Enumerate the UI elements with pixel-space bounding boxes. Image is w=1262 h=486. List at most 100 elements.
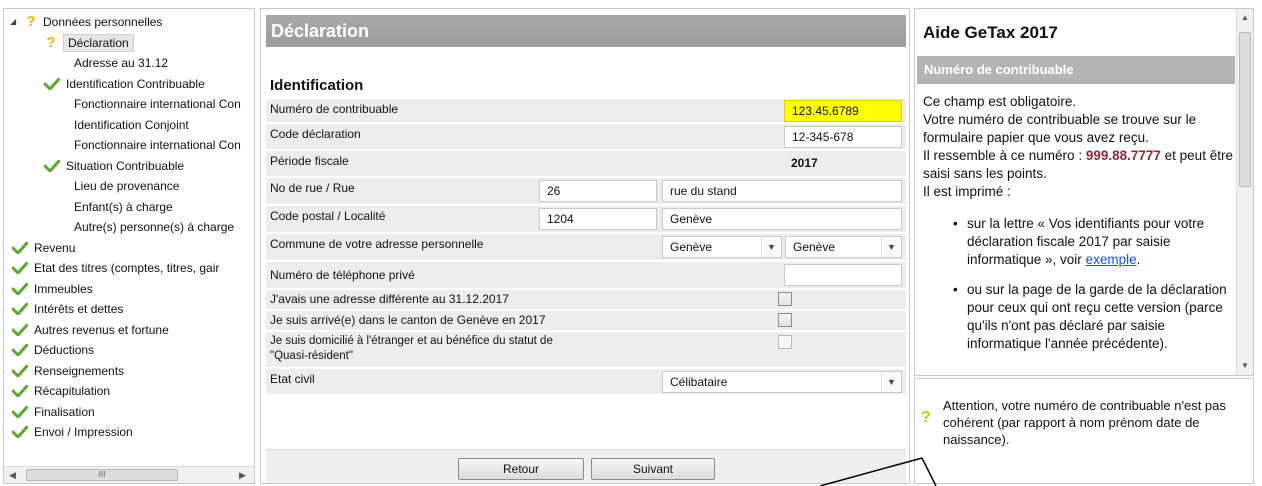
- tree-item[interactable]: Autre(s) personne(s) à charge: [74, 217, 234, 237]
- tree-item-label: Immeubles: [34, 281, 93, 296]
- tree-item[interactable]: Situation Contribuable: [44, 156, 184, 176]
- help-paragraph: Il est imprimé :: [923, 184, 1011, 199]
- navigation-tree: ◢? Données personnelles? Déclaration Adress…: [3, 8, 255, 484]
- row-rue: No de rue / Rue 26 rue du stand: [266, 177, 906, 204]
- rue-label: No de rue / Rue: [270, 181, 355, 195]
- help-topic-band: Numéro de contribuable: [917, 56, 1235, 84]
- commune-value-2: Genève: [793, 240, 836, 254]
- scroll-right-icon[interactable]: ▶: [239, 470, 246, 481]
- exemple-link[interactable]: exemple: [1086, 252, 1137, 267]
- commune-select-1[interactable]: Genève ▼: [662, 236, 782, 258]
- chevron-down-icon[interactable]: ▼: [761, 237, 781, 257]
- section-title: Identification: [270, 77, 364, 94]
- tree-item-label: Intérêts et dettes: [34, 302, 124, 316]
- tree-item-label: Fonctionnaire international Con: [74, 97, 241, 111]
- help-list-item: • sur la lettre « Vos identifiants pour v…: [923, 215, 1233, 269]
- check-icon: [12, 426, 28, 438]
- help-title: Aide GeTax 2017: [923, 23, 1058, 42]
- check-icon: [12, 241, 28, 254]
- tree-item[interactable]: Autres revenus et fortune: [12, 320, 169, 340]
- help-text: .: [1136, 252, 1141, 267]
- code-declaration-input[interactable]: 12-345-678: [784, 126, 902, 148]
- tree-item-label: Autre(s) personne(s) à charge: [74, 220, 235, 234]
- scroll-left-icon[interactable]: ◀: [9, 470, 16, 481]
- quasi-resident-label-1: Je suis domicilié à l'étranger et au bén…: [270, 335, 553, 347]
- row-commune: Commune de votre adresse personnelle Gen…: [266, 233, 906, 260]
- tree-item-label: Renseignements: [34, 363, 125, 378]
- numero-contribuable-input[interactable]: 123.45.6789: [784, 100, 902, 122]
- help-panel: Aide GeTax 2017 Numéro de contribuable C…: [914, 8, 1254, 376]
- row-periode-fiscale: Période fiscale 2017: [266, 150, 906, 176]
- tree-item[interactable]: Intérêts et dettes: [12, 299, 123, 319]
- tree-item-label: Déclaration: [63, 33, 134, 52]
- check-icon: [12, 262, 28, 274]
- scrollbar-thumb[interactable]: [1239, 32, 1251, 187]
- localite-input[interactable]: Genève: [662, 208, 902, 230]
- tree-item-label: Lieu de provenance: [74, 179, 180, 193]
- etat-civil-select[interactable]: Célibataire ▼: [662, 371, 902, 393]
- tree-item[interactable]: Etat des titres (comptes, titres, gair: [12, 258, 219, 278]
- tree-item[interactable]: Récapitulation: [12, 381, 110, 401]
- scrollbar-thumb[interactable]: III: [26, 469, 178, 481]
- tree-item-label: Autres revenus et fortune: [34, 322, 169, 337]
- quasi-resident-checkbox[interactable]: [778, 335, 792, 349]
- tree-item-label: Récapitulation: [34, 384, 111, 398]
- tree-item[interactable]: Lieu de provenance: [74, 176, 179, 196]
- tree-horizontal-scrollbar[interactable]: ◀ III ▶: [4, 466, 254, 483]
- telephone-label: Numéro de téléphone privé: [270, 268, 415, 282]
- tree-item[interactable]: Identification Conjoint: [74, 115, 189, 135]
- chevron-down-icon[interactable]: ▼: [881, 237, 901, 257]
- tree-item-label: Envoi / Impression: [34, 425, 133, 439]
- tree-item[interactable]: Envoi / Impression: [12, 422, 133, 442]
- tree-item-label: Finalisation: [34, 404, 95, 419]
- row-numero-contribuable: Numéro de contribuable 123.45.6789: [266, 98, 906, 122]
- expand-arrow-icon[interactable]: ◢: [10, 12, 20, 32]
- tree-item[interactable]: ◢? Données personnelles: [10, 12, 162, 32]
- tree-item-label: Enfant(s) à charge: [74, 199, 173, 214]
- scroll-down-icon[interactable]: ▼: [1241, 361, 1249, 370]
- adresse-differente-checkbox[interactable]: [778, 292, 792, 306]
- numero-contribuable-label: Numéro de contribuable: [270, 102, 399, 116]
- help-vertical-scrollbar[interactable]: ▲ ▼: [1236, 9, 1253, 375]
- commune-label: Commune de votre adresse personnelle: [270, 237, 484, 251]
- tree-item[interactable]: Fonctionnaire international Con: [74, 135, 241, 155]
- help-paragraph: Il ressemble à ce numéro : 999.88.7777 e…: [923, 147, 1233, 183]
- bullet-icon: •: [953, 282, 958, 297]
- tree-item[interactable]: Revenu: [12, 238, 75, 258]
- help-list-item: • ou sur la page de la garde de la déclar…: [923, 281, 1233, 353]
- retour-button[interactable]: Retour: [458, 458, 584, 480]
- tree-item[interactable]: Enfant(s) à charge: [74, 197, 173, 217]
- help-list: • sur la lettre « Vos identifiants pour v…: [923, 215, 1233, 353]
- code-declaration-label: Code déclaration: [270, 127, 361, 141]
- tree-item[interactable]: Identification Contribuable: [44, 74, 205, 94]
- tree-item[interactable]: Renseignements: [12, 361, 124, 381]
- commune-value-1: Genève: [670, 240, 713, 254]
- row-code-postal: Code postal / Localité 1204 Genève: [266, 205, 906, 232]
- help-paragraph: Ce champ est obligatoire.: [923, 94, 1077, 109]
- tree-item[interactable]: Adresse au 31.12: [74, 53, 168, 73]
- etat-civil-label: Etat civil: [270, 372, 315, 386]
- tree-item-label: Fonctionnaire international Con: [74, 138, 241, 152]
- form-footer: Retour Suivant: [266, 449, 906, 483]
- tree-item[interactable]: Finalisation: [12, 402, 95, 422]
- commune-select-2[interactable]: Genève ▼: [785, 236, 902, 258]
- telephone-input[interactable]: [784, 264, 902, 286]
- scroll-up-icon[interactable]: ▲: [1241, 13, 1249, 22]
- rue-input[interactable]: rue du stand: [662, 180, 902, 202]
- chevron-down-icon[interactable]: ▼: [881, 372, 901, 392]
- check-icon: [12, 323, 28, 336]
- tree-item-label: Identification Conjoint: [74, 117, 189, 132]
- tree-item[interactable]: Déductions: [12, 340, 94, 360]
- check-icon: [12, 344, 28, 356]
- periode-fiscale-value: 2017: [791, 156, 818, 170]
- etat-civil-value: Célibataire: [670, 375, 728, 389]
- tree-item[interactable]: ? Déclaration: [44, 33, 134, 53]
- tree-item[interactable]: Immeubles: [12, 279, 93, 299]
- code-postal-input[interactable]: 1204: [539, 208, 657, 230]
- arrive-canton-checkbox[interactable]: [778, 313, 792, 327]
- suivant-button[interactable]: Suivant: [591, 458, 715, 480]
- bullet-icon: •: [953, 216, 958, 231]
- row-telephone: Numéro de téléphone privé: [266, 261, 906, 288]
- numero-rue-input[interactable]: 26: [539, 180, 657, 202]
- tree-item[interactable]: Fonctionnaire international Con: [74, 94, 241, 114]
